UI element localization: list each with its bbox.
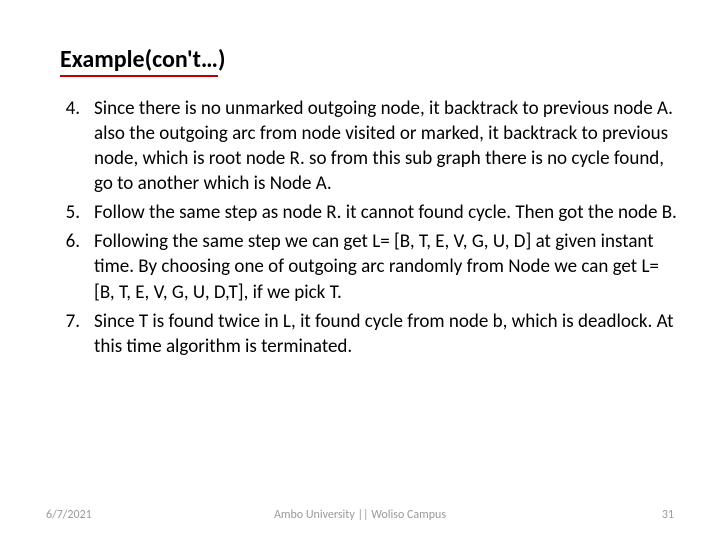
footer-date: 6/7/2021 [46, 508, 92, 522]
slide-title: Example(con't…) [60, 45, 680, 74]
footer-page-number: 31 [662, 508, 674, 522]
title-text-suffix: ) [218, 45, 225, 74]
slide: Example(con't…) 4. Since there is no unm… [0, 0, 720, 540]
body-list: 4. Since there is no unmarked outgoing n… [40, 96, 680, 359]
title-text-underlined: Example(con't… [60, 45, 218, 77]
footer-center: Ambo University || Woliso Campus [274, 508, 446, 522]
list-item: 7. Since T is found twice in L, it found… [40, 309, 680, 359]
list-item: 4. Since there is no unmarked outgoing n… [40, 96, 680, 196]
list-text: Since there is no unmarked outgoing node… [94, 96, 680, 196]
list-text: Since T is found twice in L, it found cy… [94, 309, 680, 359]
list-item: 5. Follow the same step as node R. it ca… [40, 200, 680, 225]
list-number: 5. [40, 200, 94, 225]
list-text: Follow the same step as node R. it canno… [94, 200, 680, 225]
list-item: 6. Following the same step we can get L=… [40, 229, 680, 304]
footer: 6/7/2021 Ambo University || Woliso Campu… [0, 508, 720, 522]
list-number: 6. [40, 229, 94, 304]
list-text: Following the same step we can get L= [B… [94, 229, 680, 304]
list-number: 7. [40, 309, 94, 359]
list-number: 4. [40, 96, 94, 196]
